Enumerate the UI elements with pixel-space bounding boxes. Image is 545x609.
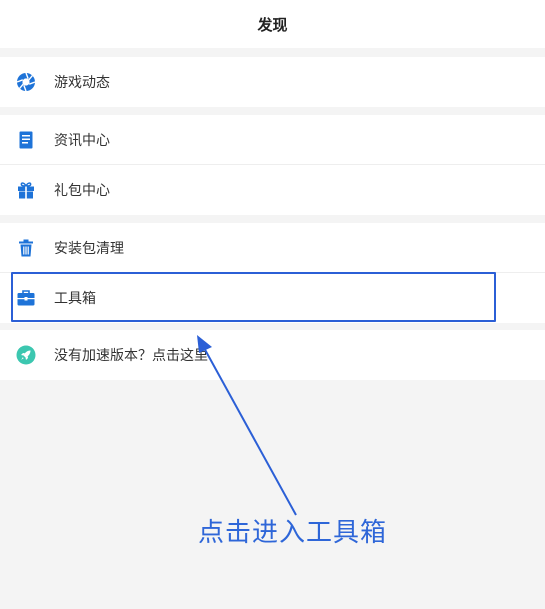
menu-item-label: 资讯中心 bbox=[54, 133, 110, 149]
menu-group-4: 没有加速版本？点击这里 bbox=[0, 330, 545, 380]
toolbox-icon bbox=[16, 288, 36, 308]
menu-item-label: 礼包中心 bbox=[54, 183, 110, 199]
top-bar: 发现 bbox=[0, 0, 545, 48]
menu-item-package-cleanup[interactable]: 安装包清理 bbox=[0, 223, 545, 273]
aperture-icon bbox=[16, 72, 36, 92]
menu-item-toolbox[interactable]: 工具箱 bbox=[0, 273, 545, 323]
document-icon bbox=[16, 130, 36, 150]
menu-item-gift-center[interactable]: 礼包中心 bbox=[0, 165, 545, 215]
menu-item-label: 游戏动态 bbox=[54, 75, 110, 91]
menu-item-news-center[interactable]: 资讯中心 bbox=[0, 115, 545, 165]
menu-item-no-accelerated-version[interactable]: 没有加速版本？点击这里 bbox=[0, 330, 545, 380]
menu-item-label: 没有加速版本？点击这里 bbox=[54, 348, 208, 364]
annotation-caption: 点击进入工具箱 bbox=[198, 518, 388, 548]
menu-item-label: 工具箱 bbox=[54, 291, 96, 307]
page-title: 发现 bbox=[257, 15, 288, 34]
menu-item-game-news[interactable]: 游戏动态 bbox=[0, 57, 545, 107]
gift-icon bbox=[16, 180, 36, 200]
rocket-icon bbox=[16, 345, 36, 365]
trash-icon bbox=[16, 238, 36, 258]
menu-group-2: 资讯中心 礼包中心 bbox=[0, 115, 545, 215]
menu-group-1: 游戏动态 bbox=[0, 57, 545, 107]
menu-group-3: 安装包清理 工具箱 bbox=[0, 223, 545, 323]
menu-item-label: 安装包清理 bbox=[54, 241, 124, 257]
